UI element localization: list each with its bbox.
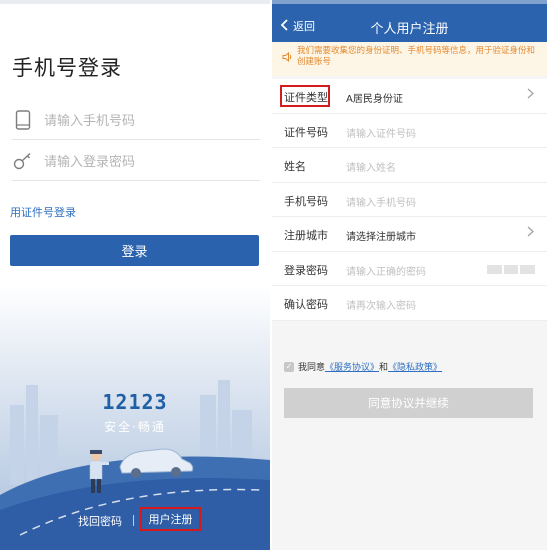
brand-slogan: 安全·畅通 [104, 420, 166, 434]
field-placeholder: 请输入手机号码 [346, 197, 416, 209]
privacy-policy-link[interactable]: 《隐私政策》 [388, 360, 442, 373]
login-button[interactable]: 登录 [10, 235, 259, 266]
chevron-right-icon [527, 226, 534, 240]
field-label: 证件类型 [284, 91, 328, 104]
speaker-icon [282, 47, 293, 76]
field-value: 请选择注册城市 [346, 232, 416, 243]
agree-prefix: 我同意 [298, 363, 326, 373]
bottom-links: 找回密码 用户注册 [0, 505, 270, 533]
field-phone[interactable]: 手机号码 请输入手机号码 [272, 183, 547, 217]
field-label: 注册城市 [284, 229, 328, 242]
field-name[interactable]: 姓名 请输入姓名 [272, 148, 547, 183]
link-separator [133, 515, 134, 526]
agree-checkbox[interactable]: ✓ [284, 361, 294, 372]
field-value: A居民身份证 [346, 94, 403, 105]
phone-placeholder: 请输入手机号码 [44, 114, 136, 129]
phone-input[interactable]: 请输入手机号码 [12, 100, 260, 140]
status-bar [272, 0, 547, 4]
password-strength-bar [487, 264, 536, 274]
nav-bar: 返回 个人用户注册 [272, 0, 547, 42]
status-bar [0, 0, 270, 4]
service-agreement-link[interactable]: 《服务协议》 [325, 360, 379, 373]
notice-text: 我们需要收集您的身份证明、手机号码等信息，用于验证身份和创建账号 [297, 46, 536, 67]
phone-icon [12, 109, 34, 131]
field-city[interactable]: 注册城市 请选择注册城市 [272, 217, 547, 252]
key-icon [12, 150, 34, 172]
field-id-type[interactable]: 证件类型 A居民身份证 [272, 79, 547, 114]
page-title: 手机号登录 [12, 56, 122, 80]
id-login-link[interactable]: 用证件号登录 [10, 204, 76, 220]
field-placeholder: 请输入正确的密码 [346, 266, 426, 278]
field-id-number[interactable]: 证件号码 请输入证件号码 [272, 114, 547, 148]
register-form: 证件类型 A居民身份证 证件号码 请输入证件号码 姓名 请输入姓名 手机号码 请… [272, 79, 547, 321]
register-screen: 返回 个人用户注册 我们需要收集您的身份证明、手机号码等信息，用于验证身份和创建… [272, 0, 547, 550]
agree-and: 和 [379, 363, 389, 373]
field-password[interactable]: 登录密码 请输入正确的密码 [272, 252, 547, 286]
field-label: 登录密码 [284, 263, 328, 277]
field-label: 证件号码 [284, 125, 328, 139]
field-placeholder: 请输入姓名 [346, 163, 396, 174]
password-input[interactable]: 请输入登录密码 [12, 141, 260, 181]
field-placeholder: 请输入证件号码 [346, 128, 416, 140]
forgot-password-link[interactable]: 找回密码 [78, 513, 122, 529]
field-label: 手机号码 [284, 194, 328, 208]
agreement-row: ✓ 我同意 《服务协议》 和 《隐私政策》 [284, 360, 442, 373]
privacy-notice: 我们需要收集您的身份证明、手机号码等信息，用于验证身份和创建账号 [272, 42, 547, 76]
agree-continue-button[interactable]: 同意协议并继续 [284, 388, 533, 418]
chevron-right-icon [527, 88, 534, 102]
register-link[interactable]: 用户注册 [140, 507, 201, 531]
field-placeholder: 请再次输入密码 [346, 301, 416, 312]
brand-logo-number: 12123 [102, 390, 168, 414]
field-label: 姓名 [284, 160, 306, 173]
field-label: 确认密码 [284, 298, 328, 311]
login-screen: 手机号登录 请输入手机号码 请输入登录密码 用证件号登录 登录 12123 安全… [0, 0, 270, 550]
password-placeholder: 请输入登录密码 [44, 155, 136, 170]
field-confirm-password[interactable]: 确认密码 请再次输入密码 [272, 286, 547, 321]
page-title: 个人用户注册 [370, 22, 449, 37]
